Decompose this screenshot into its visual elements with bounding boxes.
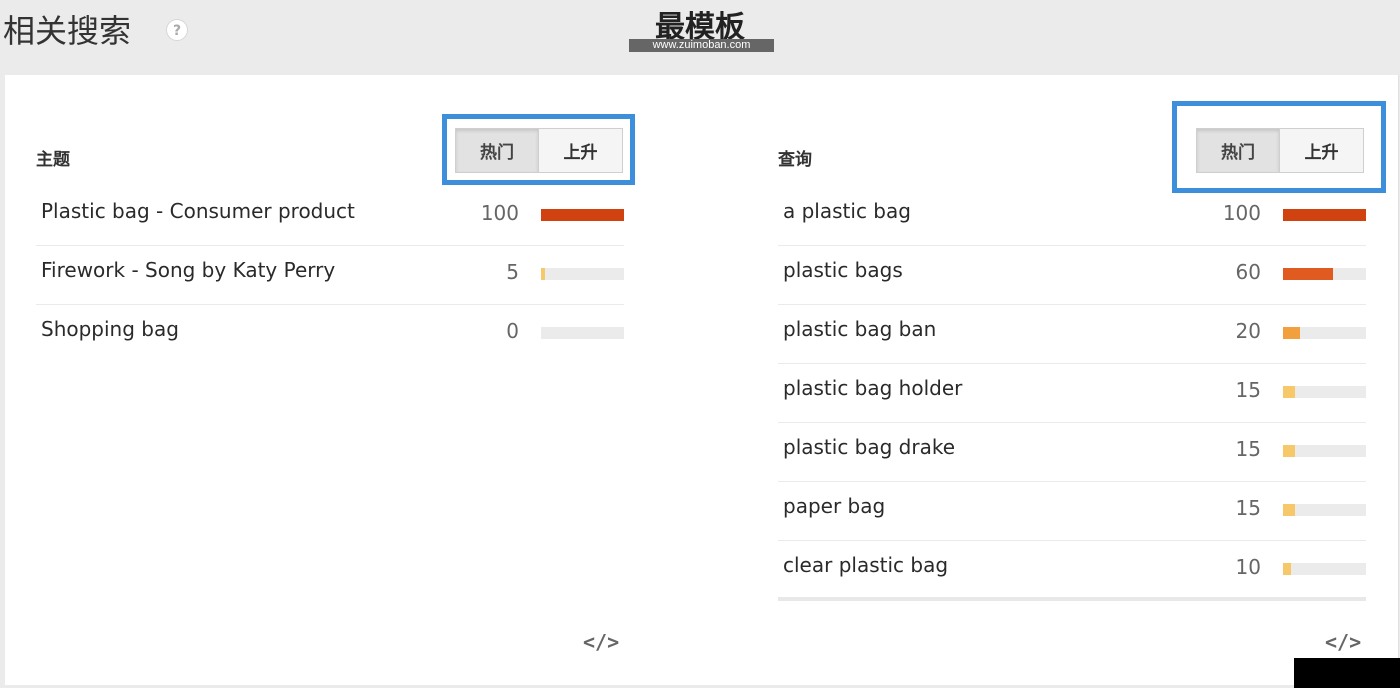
item-value: 60 [1235, 260, 1261, 284]
item-bar [1283, 386, 1366, 398]
queries-embed-icon[interactable]: </> [1325, 630, 1361, 654]
item-value: 20 [1235, 319, 1261, 343]
list-item[interactable]: plastic bag drake 15 [778, 423, 1366, 482]
queries-tab-top[interactable]: 热门 [1196, 128, 1280, 173]
item-bar-fill [1283, 268, 1333, 280]
list-item[interactable]: plastic bags 60 [778, 246, 1366, 305]
item-bar-fill [1283, 563, 1291, 575]
topics-tab-top[interactable]: 热门 [455, 128, 539, 173]
item-label[interactable]: plastic bag holder [783, 376, 962, 400]
topics-embed-icon[interactable]: </> [583, 630, 619, 654]
list-item[interactable]: Firework - Song by Katy Perry 5 [36, 246, 624, 305]
item-value: 15 [1235, 378, 1261, 402]
queries-list-scroll-edge [778, 597, 1366, 601]
item-value: 100 [480, 201, 519, 225]
item-label[interactable]: Plastic bag - Consumer product [41, 199, 355, 223]
list-item[interactable]: plastic bag holder 15 [778, 364, 1366, 423]
watermark-url: www.zuimoban.com [629, 39, 774, 52]
item-value: 5 [506, 260, 519, 284]
item-bar-fill [1283, 445, 1295, 457]
header-bar: 相关搜索 ? 最模板 www.zuimoban.com [0, 0, 1400, 75]
item-bar-fill [1283, 327, 1300, 339]
list-item[interactable]: clear plastic bag 10 [778, 541, 1366, 599]
item-label[interactable]: plastic bags [783, 258, 903, 282]
item-value: 10 [1235, 555, 1261, 579]
item-bar [1283, 445, 1366, 457]
item-bar [1283, 327, 1366, 339]
topics-tab-rising[interactable]: 上升 [539, 128, 623, 173]
item-label[interactable]: paper bag [783, 494, 885, 518]
list-item[interactable]: plastic bag ban 20 [778, 305, 1366, 364]
list-item[interactable]: paper bag 15 [778, 482, 1366, 541]
item-bar [541, 268, 624, 280]
topics-list: Plastic bag - Consumer product 100 Firewor… [36, 187, 624, 363]
item-label[interactable]: plastic bag drake [783, 435, 955, 459]
item-value: 15 [1235, 496, 1261, 520]
topics-title: 主题 [36, 150, 70, 170]
queries-list: a plastic bag 100 plastic bags 60 plastic ba… [778, 187, 1366, 599]
item-bar [1283, 563, 1366, 575]
queries-title: 查询 [778, 150, 812, 170]
related-searches-card: 主题 热门 上升 Plastic bag - Consumer product 1… [5, 75, 1399, 685]
queries-tab-rising[interactable]: 上升 [1280, 128, 1364, 173]
item-value: 0 [506, 319, 519, 343]
item-bar-fill [1283, 386, 1295, 398]
item-label[interactable]: Firework - Song by Katy Perry [41, 258, 335, 282]
list-item[interactable]: Shopping bag 0 [36, 305, 624, 363]
item-bar [541, 327, 624, 339]
item-bar [541, 209, 624, 221]
item-label[interactable]: a plastic bag [783, 199, 911, 223]
item-label[interactable]: Shopping bag [41, 317, 179, 341]
queries-tab-toggle: 热门 上升 [1196, 128, 1364, 173]
item-label[interactable]: plastic bag ban [783, 317, 936, 341]
list-item[interactable]: Plastic bag - Consumer product 100 [36, 187, 624, 246]
item-bar [1283, 504, 1366, 516]
list-item[interactable]: a plastic bag 100 [778, 187, 1366, 246]
redaction-box [1294, 658, 1400, 688]
topics-tab-toggle: 热门 上升 [455, 128, 623, 173]
item-bar-fill [1283, 209, 1366, 221]
item-label[interactable]: clear plastic bag [783, 553, 948, 577]
item-value: 15 [1235, 437, 1261, 461]
item-bar-fill [541, 268, 545, 280]
item-value: 100 [1222, 201, 1261, 225]
item-bar [1283, 209, 1366, 221]
item-bar-fill [541, 209, 624, 221]
item-bar-fill [1283, 504, 1295, 516]
item-bar [1283, 268, 1366, 280]
